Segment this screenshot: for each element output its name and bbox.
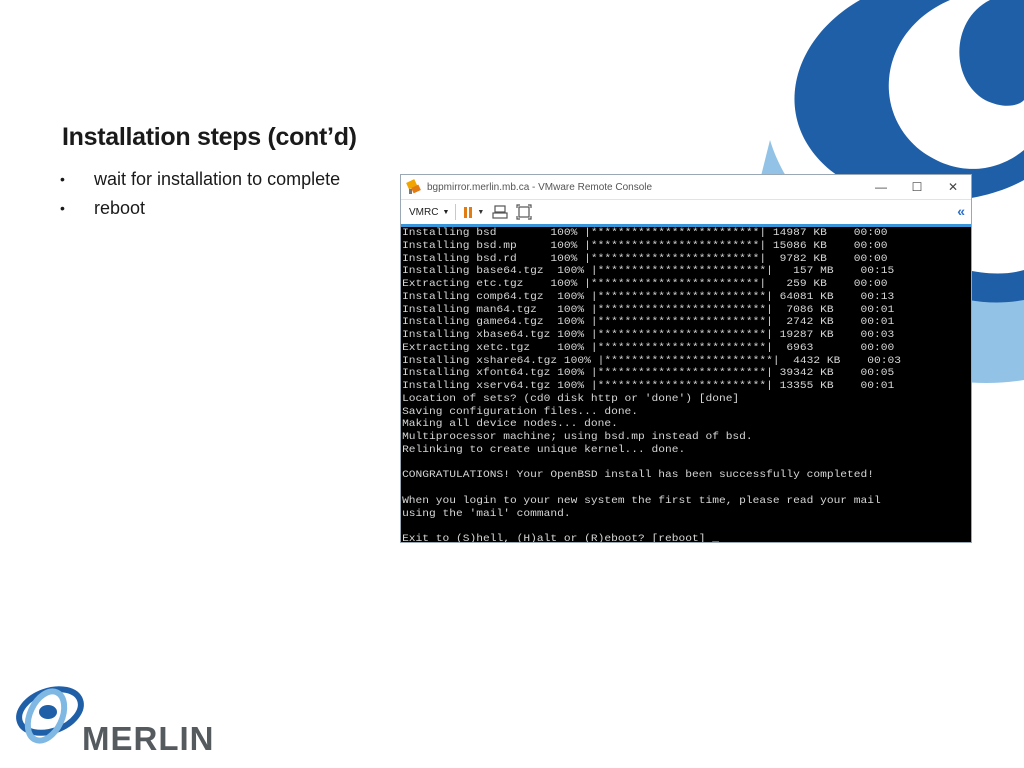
maximize-button[interactable]: ☐ bbox=[899, 175, 935, 199]
chevron-down-icon: ▼ bbox=[477, 208, 485, 216]
console-line: Installing comp64.tgz 100% |************… bbox=[402, 290, 895, 303]
close-button[interactable]: ✕ bbox=[935, 175, 971, 199]
console-line: Multiprocessor machine; using bsd.mp ins… bbox=[402, 431, 753, 443]
console-line: Extracting etc.tgz 100% |***************… bbox=[402, 278, 888, 290]
console-line: Installing bsd.mp 100% |****************… bbox=[402, 239, 888, 252]
console-line: Installing bsd 100% |*******************… bbox=[402, 227, 888, 239]
window-title: bgpmirror.merlin.mb.ca - VMware Remote C… bbox=[427, 181, 653, 193]
console-line: Installing game64.tgz 100% |************… bbox=[402, 316, 895, 329]
slide-title: Installation steps (cont’d) bbox=[62, 123, 357, 151]
console-line: using the 'mail' command. bbox=[402, 507, 571, 520]
bullet-text: wait for installation to complete bbox=[94, 169, 341, 189]
merlin-logo-text: MERLIN bbox=[82, 720, 215, 757]
console-line: Extracting xetc.tgz 100% |**************… bbox=[402, 341, 895, 354]
console-line: Saving configuration files... done. bbox=[402, 405, 639, 418]
vmrc-app-icon bbox=[406, 179, 421, 194]
vmrc-menu-button[interactable]: VMRC ▼ bbox=[409, 207, 449, 218]
console-line: Exit to (S)hell, (H)alt or (R)eboot? [re… bbox=[402, 533, 719, 542]
vm-console-screen[interactable]: Installing bsd 100% |*******************… bbox=[401, 227, 971, 542]
console-line: Installing xshare64.tgz 100% |**********… bbox=[402, 354, 901, 367]
console-output: Installing bsd 100% |*******************… bbox=[401, 227, 971, 542]
bullet-list: • wait for installation to complete • re… bbox=[60, 166, 340, 224]
collapse-toolbar-button[interactable]: « bbox=[957, 203, 965, 219]
console-line: CONGRATULATIONS! Your OpenBSD install ha… bbox=[402, 469, 875, 482]
send-keys-icon[interactable] bbox=[492, 204, 508, 220]
bullet-item: • wait for installation to complete bbox=[60, 166, 340, 195]
console-line: Location of sets? (cd0 disk http or 'don… bbox=[402, 392, 740, 405]
console-line: Installing xserv64.tgz 100% |***********… bbox=[402, 380, 895, 392]
vmrc-toolbar: VMRC ▼ ▼ « bbox=[401, 199, 971, 227]
console-line: Installing man64.tgz 100% |*************… bbox=[402, 303, 895, 316]
pause-icon bbox=[464, 206, 473, 218]
console-line: Making all device nodes... done. bbox=[402, 418, 618, 431]
bullet-item: • reboot bbox=[60, 195, 340, 224]
chevron-down-icon: ▼ bbox=[442, 208, 450, 216]
pause-button[interactable]: ▼ bbox=[464, 206, 485, 218]
bullet-marker: • bbox=[60, 171, 65, 187]
bullet-marker: • bbox=[60, 200, 65, 216]
vmrc-menu-label: VMRC bbox=[409, 206, 439, 218]
fullscreen-icon[interactable] bbox=[516, 204, 532, 220]
console-line: Relinking to create unique kernel... don… bbox=[402, 443, 686, 456]
toolbar-divider bbox=[455, 204, 457, 220]
console-line: Installing xfont64.tgz 100% |***********… bbox=[402, 367, 895, 380]
vmrc-window: bgpmirror.merlin.mb.ca - VMware Remote C… bbox=[400, 174, 972, 543]
console-line: Installing bsd.rd 100% |****************… bbox=[402, 252, 888, 265]
bullet-text: reboot bbox=[94, 198, 146, 218]
window-titlebar[interactable]: bgpmirror.merlin.mb.ca - VMware Remote C… bbox=[401, 175, 971, 199]
console-line: Installing base64.tgz 100% |************… bbox=[402, 265, 895, 278]
console-line: Installing xbase64.tgz 100% |***********… bbox=[402, 329, 895, 341]
minimize-button[interactable]: — bbox=[863, 175, 899, 199]
console-line: When you login to your new system the fi… bbox=[402, 494, 881, 507]
